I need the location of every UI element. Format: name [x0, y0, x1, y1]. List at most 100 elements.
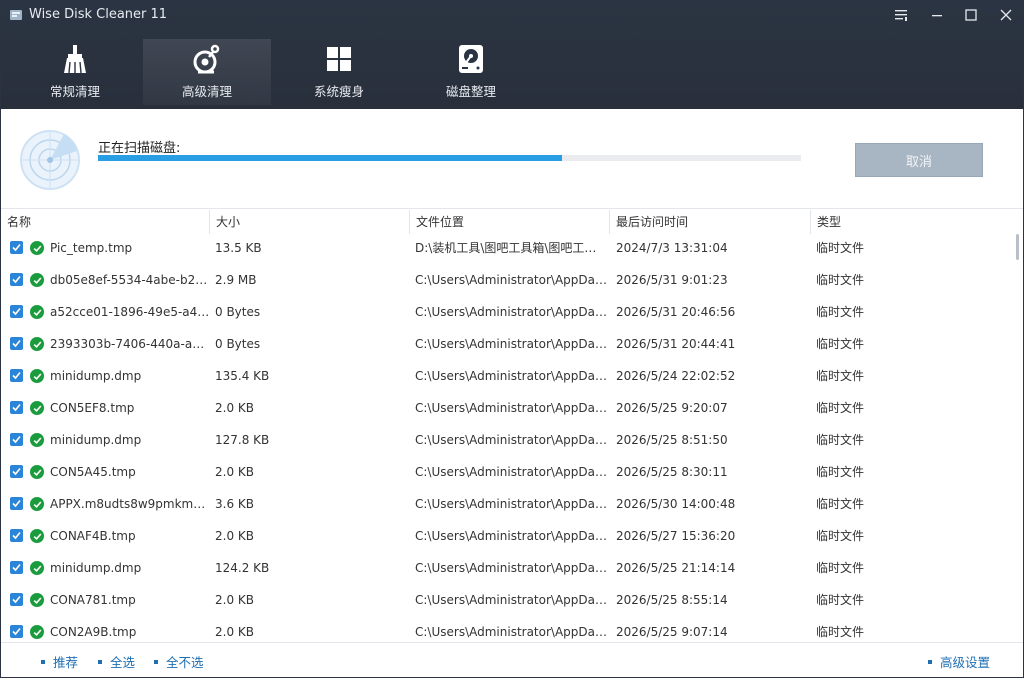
tab-system-slim[interactable]: 系统瘦身	[275, 39, 403, 105]
cell-last-access: 2026/5/27 15:36:20	[616, 529, 736, 543]
row-checkbox[interactable]	[10, 465, 23, 478]
table-row[interactable]: minidump.dmp 127.8 KB C:\Users\Administrat…	[1, 426, 1013, 458]
check-circle-icon	[30, 465, 44, 479]
table-row[interactable]: db05e8ef-5534-4abe-b2d... 2.9 MB C:\Users\…	[1, 266, 1013, 298]
check-circle-icon	[30, 561, 44, 575]
row-checkbox[interactable]	[10, 337, 23, 350]
cell-name: CON5A45.tmp	[50, 465, 136, 479]
advanced-clean-icon	[143, 43, 271, 75]
tab-label: 高级清理	[181, 84, 232, 99]
cell-last-access: 2026/5/30 14:00:48	[616, 497, 736, 511]
cell-location: C:\Users\Administrator\AppDat...	[415, 369, 607, 383]
recommend-link[interactable]: 推荐	[41, 652, 78, 671]
cell-name: db05e8ef-5534-4abe-b2d...	[50, 273, 210, 287]
app-window: Wise Disk Cleaner 11 常规清理 高级清理 系统瘦身 磁盘整理…	[0, 0, 1024, 678]
scrollbar-thumb[interactable]	[1016, 234, 1019, 260]
tab-disk-defrag[interactable]: 磁盘整理	[407, 39, 535, 105]
tab-regular-clean[interactable]: 常规清理	[11, 39, 139, 105]
check-circle-icon	[30, 593, 44, 607]
cell-name: minidump.dmp	[50, 433, 142, 447]
table-row[interactable]: Pic_temp.tmp 13.5 KB D:\装机工具\图吧工具箱\图吧工具...…	[1, 234, 1013, 266]
cell-type: 临时文件	[816, 305, 865, 319]
cell-name: minidump.dmp	[50, 369, 142, 383]
check-circle-icon	[30, 497, 44, 511]
title-bar: Wise Disk Cleaner 11	[1, 1, 1023, 29]
cell-size: 13.5 KB	[215, 241, 262, 255]
row-checkbox[interactable]	[10, 561, 23, 574]
cell-size: 2.0 KB	[215, 401, 254, 415]
row-checkbox[interactable]	[10, 273, 23, 286]
table-row[interactable]: minidump.dmp 124.2 KB C:\Users\Administrat…	[1, 554, 1013, 586]
cell-last-access: 2026/5/25 8:51:50	[616, 433, 728, 447]
cell-location: C:\Users\Administrator\AppDat...	[415, 305, 607, 319]
column-header-name[interactable]: 名称	[1, 210, 210, 234]
row-checkbox[interactable]	[10, 241, 23, 254]
row-checkbox[interactable]	[10, 593, 23, 606]
column-header-type[interactable]: 类型	[811, 210, 1013, 234]
cell-type: 临时文件	[816, 273, 865, 287]
cell-size: 2.0 KB	[215, 625, 254, 639]
table-row[interactable]: APPX.m8udts8w9pmkmm... 3.6 KB C:\Users\Adm…	[1, 490, 1013, 522]
cell-size: 2.0 KB	[215, 593, 254, 607]
row-checkbox[interactable]	[10, 497, 23, 510]
table-row[interactable]: CONAF4B.tmp 2.0 KB C:\Users\Administrator\…	[1, 522, 1013, 554]
column-header-size[interactable]: 大小	[210, 210, 410, 234]
table-row[interactable]: CON2A9B.tmp 2.0 KB C:\Users\Administrator\…	[1, 618, 1013, 642]
cell-last-access: 2026/5/25 21:14:14	[616, 561, 736, 575]
cell-type: 临时文件	[816, 401, 865, 415]
cell-size: 0 Bytes	[215, 305, 261, 319]
cell-type: 临时文件	[816, 241, 865, 255]
cell-type: 临时文件	[816, 561, 865, 575]
minimize-icon[interactable]	[919, 1, 955, 29]
cell-last-access: 2026/5/31 20:46:56	[616, 305, 736, 319]
cell-type: 临时文件	[816, 337, 865, 351]
row-checkbox[interactable]	[10, 529, 23, 542]
check-circle-icon	[30, 401, 44, 415]
cancel-button[interactable]: 取消	[855, 143, 983, 177]
cell-name: CON5EF8.tmp	[50, 401, 135, 415]
cell-name: a52cce01-1896-49e5-a4af...	[50, 305, 210, 319]
table-row[interactable]: CON5EF8.tmp 2.0 KB C:\Users\Administrator\…	[1, 394, 1013, 426]
cell-size: 135.4 KB	[215, 369, 270, 383]
tab-label: 系统瘦身	[313, 84, 364, 99]
bullet-icon	[154, 659, 158, 664]
scrollbar[interactable]	[1014, 210, 1023, 642]
tab-label: 磁盘整理	[445, 84, 496, 99]
advanced-settings-link[interactable]: 高级设置	[928, 652, 990, 671]
cell-name: minidump.dmp	[50, 561, 142, 575]
column-header-last-access[interactable]: 最后访问时间	[610, 210, 811, 234]
menu-icon[interactable]	[883, 1, 919, 29]
cell-size: 2.9 MB	[215, 273, 257, 287]
cell-type: 临时文件	[816, 497, 865, 511]
row-checkbox[interactable]	[10, 433, 23, 446]
cell-name: CONA781.tmp	[50, 593, 136, 607]
cell-location: C:\Users\Administrator\AppDat...	[415, 593, 607, 607]
maximize-icon[interactable]	[953, 1, 989, 29]
table-row[interactable]: 2393303b-7406-440a-a44... 0 Bytes C:\Users…	[1, 330, 1013, 362]
cell-size: 0 Bytes	[215, 337, 261, 351]
select-none-link[interactable]: 全不选	[154, 652, 204, 671]
cell-size: 124.2 KB	[215, 561, 270, 575]
table-row[interactable]: a52cce01-1896-49e5-a4af... 0 Bytes C:\User…	[1, 298, 1013, 330]
table-row[interactable]: CONA781.tmp 2.0 KB C:\Users\Administrator\…	[1, 586, 1013, 618]
tab-advanced-clean[interactable]: 高级清理	[143, 39, 271, 105]
cell-name: CONAF4B.tmp	[50, 529, 136, 543]
cell-size: 2.0 KB	[215, 465, 254, 479]
check-circle-icon	[30, 305, 44, 319]
cell-location: C:\Users\Administrator\AppDat...	[415, 529, 607, 543]
close-icon[interactable]	[988, 1, 1023, 29]
radar-icon	[19, 129, 81, 191]
cell-size: 2.0 KB	[215, 529, 254, 543]
cell-size: 127.8 KB	[215, 433, 270, 447]
cell-name: Pic_temp.tmp	[50, 241, 133, 255]
table-row[interactable]: minidump.dmp 135.4 KB C:\Users\Administrat…	[1, 362, 1013, 394]
cell-type: 临时文件	[816, 529, 865, 543]
check-circle-icon	[30, 273, 44, 287]
row-checkbox[interactable]	[10, 625, 23, 638]
select-all-link[interactable]: 全选	[98, 652, 135, 671]
row-checkbox[interactable]	[10, 369, 23, 382]
column-header-location[interactable]: 文件位置	[410, 210, 610, 234]
table-row[interactable]: CON5A45.tmp 2.0 KB C:\Users\Administrator\…	[1, 458, 1013, 490]
row-checkbox[interactable]	[10, 401, 23, 414]
row-checkbox[interactable]	[10, 305, 23, 318]
